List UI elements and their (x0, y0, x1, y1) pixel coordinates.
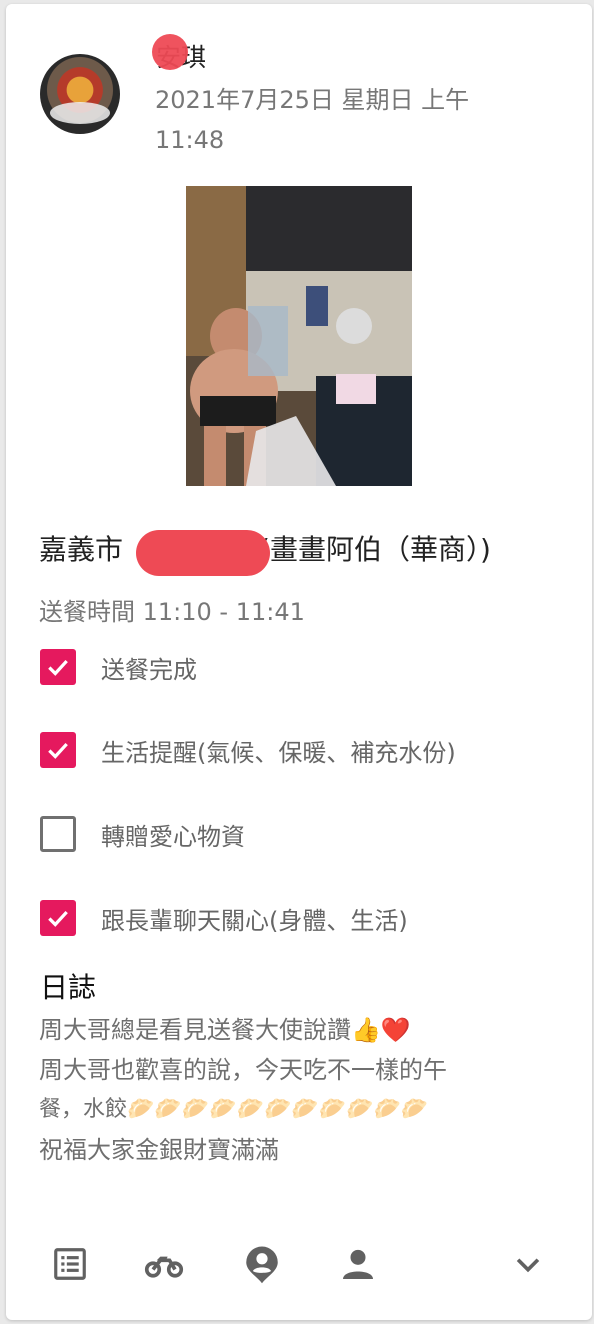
log-line: 祝福大家金銀財寶滿滿 (39, 1136, 279, 1164)
log-body: 周大哥總是看見送餐大使說讚👍❤️ 周大哥也歡喜的說，今天吃不一樣的午 餐，水餃🥟… (39, 1010, 559, 1170)
delivery-time: 送餐時間 11:10 - 11:41 (39, 598, 305, 626)
check-icon (48, 742, 68, 759)
checklist-label: 生活提醒(氣候、保暖、補充水份) (101, 738, 456, 767)
location-person-icon[interactable] (240, 1242, 284, 1286)
checklist-item-chat-care[interactable]: 跟長輩聊天關心(身體、生活) (40, 898, 408, 938)
checklist-label: 送餐完成 (101, 655, 197, 684)
post-card: 安琪 2021年7月25日 星期日 上午 11:48 嘉義市(畫畫阿伯（華商）)… (6, 4, 592, 1320)
log-line: 周大哥總是看見送餐大使說讚👍❤️ (39, 1016, 411, 1044)
log-title: 日誌 (40, 971, 97, 1004)
motorcycle-icon[interactable] (142, 1242, 186, 1286)
log-line: 周大哥也歡喜的說，今天吃不一樣的午 (39, 1056, 447, 1084)
log-line: 餐，水餃🥟🥟🥟🥟🥟🥟🥟🥟🥟🥟🥟 (39, 1097, 429, 1122)
check-icon (48, 910, 68, 927)
checkbox-checked[interactable] (40, 732, 76, 768)
list-icon[interactable] (48, 1242, 92, 1286)
check-icon (48, 659, 68, 676)
post-photo[interactable] (186, 186, 412, 486)
recipient-city: 嘉義市 (39, 533, 124, 566)
checkbox-checked[interactable] (40, 649, 76, 685)
name-redaction (152, 34, 188, 70)
address-redaction (136, 530, 270, 576)
person-icon[interactable] (336, 1242, 380, 1286)
checklist-label: 轉贈愛心物資 (101, 822, 245, 851)
post-timestamp: 2021年7月25日 星期日 上午 11:48 (155, 86, 470, 154)
chevron-down-icon[interactable] (506, 1242, 550, 1286)
checklist-item-life-reminder[interactable]: 生活提醒(氣候、保暖、補充水份) (40, 730, 456, 770)
checkbox-unchecked[interactable] (40, 816, 76, 852)
checklist-item-delivered[interactable]: 送餐完成 (40, 647, 197, 687)
avatar[interactable] (40, 54, 120, 134)
checklist-label: 跟長輩聊天關心(身體、生活) (101, 906, 408, 935)
checkbox-checked[interactable] (40, 900, 76, 936)
checklist-item-donate-supplies[interactable]: 轉贈愛心物資 (40, 814, 245, 854)
recipient-name: (畫畫阿伯（華商）) (259, 533, 491, 566)
